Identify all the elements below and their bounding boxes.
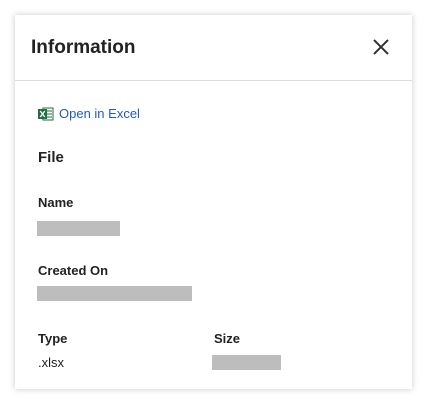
type-label: Type [38,331,68,346]
close-icon [373,39,389,55]
panel-header: Information [15,15,412,81]
excel-icon [38,106,54,122]
name-value-redacted [37,221,120,236]
open-in-excel-link[interactable]: Open in Excel [38,105,140,123]
created-on-value-redacted [37,286,192,301]
panel-title: Information [31,37,136,58]
name-label: Name [38,195,74,210]
type-value: .xlsx [38,355,64,370]
file-section-heading: File [38,149,64,166]
size-label: Size [214,331,241,346]
created-on-label: Created On [38,263,109,278]
information-panel: Information Open in Excel File Name Crea… [15,15,412,389]
size-value-redacted [212,355,281,370]
close-button[interactable] [371,37,391,57]
open-in-excel-label: Open in Excel [59,106,140,121]
